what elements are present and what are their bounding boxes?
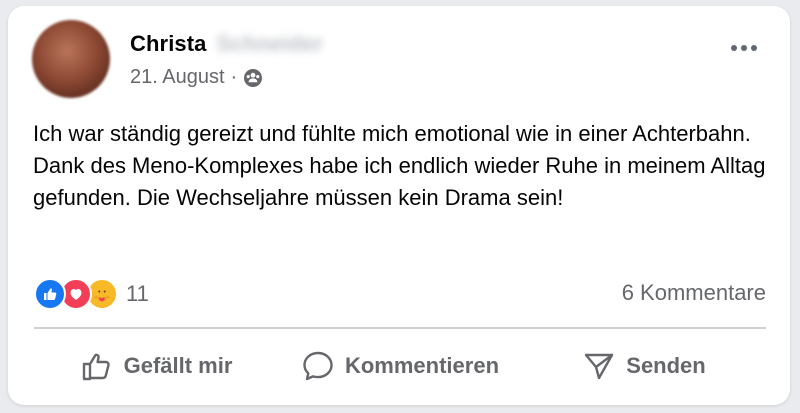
more-options-button[interactable] (726, 34, 762, 62)
post-text: Ich war ständig gereizt und fühlte mich … (33, 121, 766, 210)
author-row: Christa Schneider (130, 31, 323, 57)
reaction-count: 11 (126, 281, 149, 306)
comment-button[interactable]: Kommentieren (278, 336, 522, 396)
author-name[interactable]: Christa (130, 31, 207, 57)
author-surname-blurred: Schneider (216, 31, 323, 56)
comment-count-link[interactable]: 6 Kommentare (622, 280, 766, 306)
thumbs-up-icon (82, 353, 110, 381)
divider (34, 327, 766, 329)
more-options-icon (731, 45, 757, 51)
action-bar: Gefällt mir Kommentieren Senden (34, 336, 766, 396)
send-icon (585, 353, 614, 380)
reactions-summary[interactable]: 11 (34, 278, 149, 310)
like-button[interactable]: Gefällt mir (34, 336, 278, 396)
meta-separator: · (230, 66, 238, 88)
send-button-label: Senden (626, 353, 706, 378)
comment-bubble-icon (303, 351, 333, 381)
post-card: Christa Schneider 21. August · Ich war s… (8, 6, 790, 405)
friends-icon[interactable] (243, 68, 263, 88)
post-meta: 21. August · (130, 66, 263, 89)
send-button[interactable]: Senden (522, 336, 766, 396)
comment-button-label: Kommentieren (344, 353, 500, 378)
reaction-icons (34, 278, 118, 310)
like-button-label: Gefällt mir (123, 353, 233, 378)
like-reaction-icon (34, 278, 66, 310)
post-date[interactable]: 21. August (130, 66, 225, 89)
avatar[interactable] (32, 20, 110, 98)
